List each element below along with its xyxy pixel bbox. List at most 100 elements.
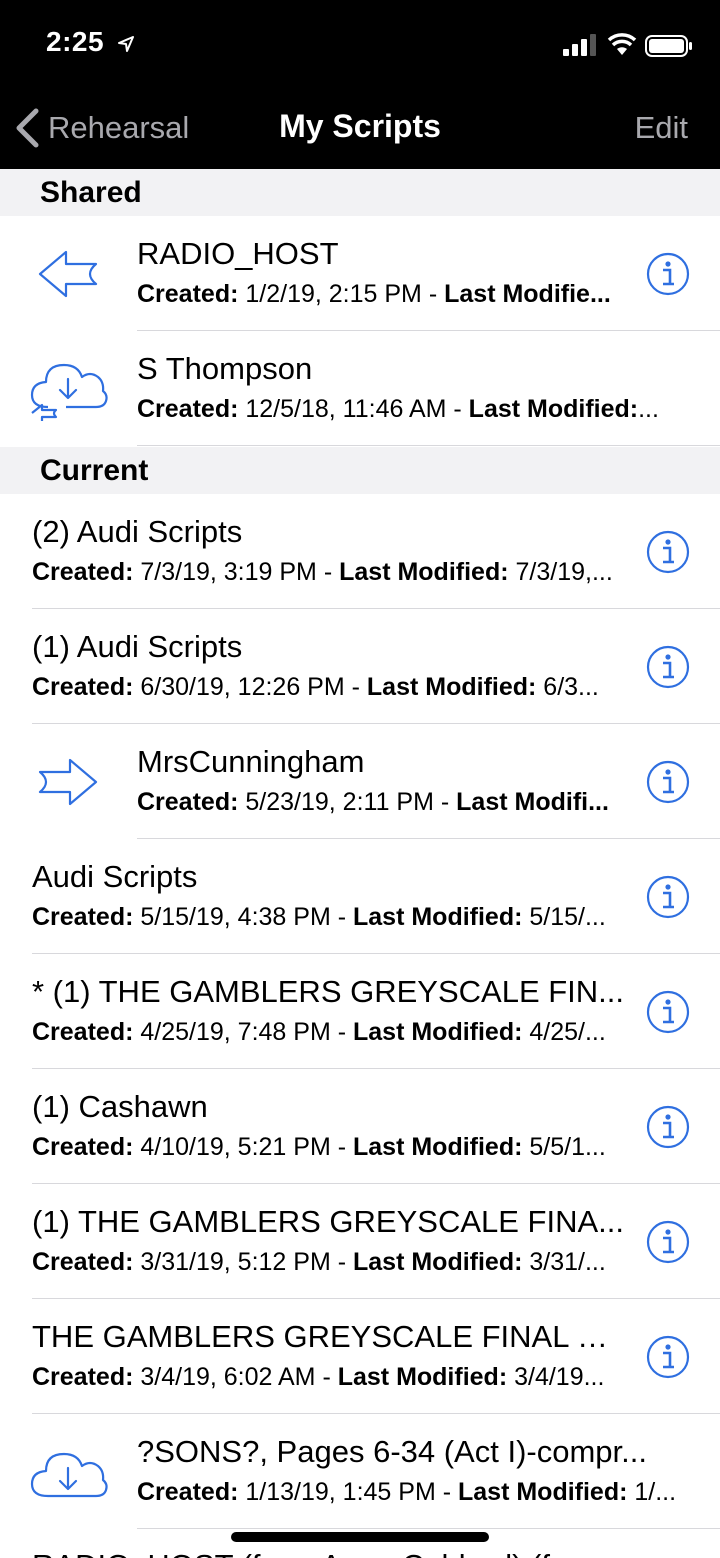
script-title: (1) Audi Scripts — [32, 629, 243, 664]
script-row[interactable]: (1) Cashawn Created: 4/10/19, 5:21 PM - L… — [0, 1069, 720, 1184]
created-label: Created: — [32, 673, 134, 701]
info-icon[interactable] — [646, 252, 690, 296]
navigation-bar: Rehearsal My Scripts Edit — [0, 88, 720, 169]
info-icon[interactable] — [646, 530, 690, 574]
partial-row-title: RADIO_HOST (from Anne Caldwel) (f — [32, 1548, 550, 1558]
wifi-icon — [607, 33, 637, 55]
created-value: 1/13/19, 1:45 PM — [245, 1478, 436, 1506]
modified-label: Last Modified: — [353, 1133, 523, 1161]
created-label: Created: — [32, 558, 134, 586]
script-row[interactable]: Audi Scripts Created: 5/15/19, 4:38 PM - … — [0, 839, 720, 954]
created-value: 1/2/19, 2:15 PM — [245, 280, 422, 308]
info-icon[interactable] — [646, 760, 690, 804]
script-title: * (1) THE GAMBLERS GREYSCALE FIN... — [32, 974, 624, 1009]
section-header-shared: Shared — [0, 169, 720, 216]
date-separator: - — [344, 673, 367, 701]
script-title: MrsCunningham — [137, 744, 365, 779]
script-dates: Created: 12/5/18, 11:46 AM - Last Modifi… — [137, 395, 680, 424]
home-indicator[interactable] — [231, 1532, 489, 1542]
created-label: Created: — [137, 1478, 239, 1506]
created-value: 12/5/18, 11:46 AM — [245, 395, 447, 423]
script-row[interactable]: S Thompson Created: 12/5/18, 11:46 AM - L… — [0, 331, 720, 446]
created-value: 3/4/19, 6:02 AM — [140, 1363, 316, 1391]
edit-button[interactable]: Edit — [635, 110, 688, 146]
date-separator: - — [446, 395, 469, 423]
modified-value: 5/15/... — [522, 903, 606, 931]
cloud-download-shared-icon — [26, 357, 110, 421]
date-separator: - — [330, 1018, 353, 1046]
script-row[interactable]: MrsCunningham Created: 5/23/19, 2:11 PM -… — [0, 724, 720, 839]
cloud-download-icon — [26, 1440, 110, 1504]
share-arrow-right-icon — [26, 750, 110, 814]
modified-label: Last Modified: — [339, 558, 509, 586]
script-row[interactable]: (2) Audi Scripts Created: 7/3/19, 3:19 PM… — [0, 494, 720, 609]
modified-label: Last Modified: — [353, 903, 523, 931]
created-label: Created: — [32, 1133, 134, 1161]
created-label: Created: — [137, 395, 239, 423]
cellular-signal-icon — [563, 34, 596, 56]
section-header-current: Current — [0, 447, 720, 494]
modified-value: 5/5/1... — [522, 1133, 606, 1161]
modified-label: Last Modified: — [468, 395, 639, 423]
modified-value: 3/31/... — [522, 1248, 606, 1276]
created-label: Created: — [32, 1363, 134, 1391]
modified-label: Last Modified: — [458, 1478, 628, 1506]
created-label: Created: — [32, 903, 134, 931]
date-separator: - — [330, 1133, 353, 1161]
info-icon[interactable] — [646, 1105, 690, 1149]
script-row[interactable]: ?SONS?, Pages 6-34 (Act I)-compr... Creat… — [0, 1414, 720, 1529]
info-icon[interactable] — [646, 1335, 690, 1379]
created-value: 3/31/19, 5:12 PM — [140, 1248, 331, 1276]
modified-value: 1/... — [627, 1478, 677, 1506]
created-value: 5/23/19, 2:11 PM — [245, 788, 434, 816]
script-row[interactable]: THE GAMBLERS GREYSCALE FINAL D... Created… — [0, 1299, 720, 1414]
script-dates: Created: 1/2/19, 2:15 PM - Last Modifie.… — [137, 280, 624, 309]
script-row[interactable]: RADIO_HOST Created: 1/2/19, 2:15 PM - Las… — [0, 216, 720, 331]
row-separator — [137, 445, 720, 446]
modified-value: 4/25/... — [522, 1018, 606, 1046]
script-title: (1) THE GAMBLERS GREYSCALE FINA... — [32, 1204, 624, 1239]
date-separator: - — [316, 558, 340, 586]
created-label: Created: — [137, 280, 239, 308]
script-dates: Created: 3/31/19, 5:12 PM - Last Modifie… — [32, 1248, 624, 1277]
script-row[interactable]: (1) THE GAMBLERS GREYSCALE FINA... Create… — [0, 1184, 720, 1299]
created-value: 4/25/19, 7:48 PM — [140, 1018, 331, 1046]
info-icon[interactable] — [646, 990, 690, 1034]
date-separator: - — [330, 903, 353, 931]
date-separator: - — [315, 1363, 338, 1391]
script-title: ?SONS?, Pages 6-34 (Act I)-compr... — [137, 1434, 647, 1469]
created-value: 6/30/19, 12:26 PM — [140, 673, 345, 701]
script-title: THE GAMBLERS GREYSCALE FINAL D... — [32, 1319, 624, 1354]
script-dates: Created: 4/10/19, 5:21 PM - Last Modifie… — [32, 1133, 624, 1162]
script-dates: Created: 4/25/19, 7:48 PM - Last Modifie… — [32, 1018, 624, 1047]
modified-label: Last Modified: — [366, 673, 537, 701]
script-title: (1) Cashawn — [32, 1089, 208, 1124]
date-separator: - — [433, 788, 457, 816]
created-value: 7/3/19, 3:19 PM — [140, 558, 317, 586]
share-arrow-left-icon — [26, 242, 110, 306]
battery-icon — [645, 35, 692, 57]
created-label: Created: — [32, 1248, 134, 1276]
info-icon[interactable] — [646, 1220, 690, 1264]
script-dates: Created: 3/4/19, 6:02 AM - Last Modified… — [32, 1363, 624, 1392]
info-icon[interactable] — [646, 875, 690, 919]
date-separator: - — [330, 1248, 353, 1276]
modified-label: Last Modifie... — [444, 280, 611, 308]
status-time: 2:25 — [46, 26, 105, 57]
script-dates: Created: 1/13/19, 1:45 PM - Last Modifie… — [137, 1478, 680, 1507]
script-row[interactable]: * (1) THE GAMBLERS GREYSCALE FIN... Creat… — [0, 954, 720, 1069]
script-title: RADIO_HOST — [137, 236, 339, 271]
script-title: Audi Scripts — [32, 859, 198, 894]
date-separator: - — [435, 1478, 458, 1506]
created-value: 5/15/19, 4:38 PM — [140, 903, 331, 931]
status-bar: 2:25 — [0, 0, 720, 88]
script-dates: Created: 5/15/19, 4:38 PM - Last Modifie… — [32, 903, 624, 932]
info-icon[interactable] — [646, 645, 690, 689]
row-separator — [137, 1528, 720, 1529]
modified-value: 3/4/19... — [507, 1363, 605, 1391]
section-title-shared: Shared — [40, 176, 142, 209]
date-separator: - — [421, 280, 445, 308]
location-arrow-icon — [118, 36, 134, 52]
script-row[interactable]: (1) Audi Scripts Created: 6/30/19, 12:26 … — [0, 609, 720, 724]
modified-label: Last Modified: — [337, 1363, 508, 1391]
